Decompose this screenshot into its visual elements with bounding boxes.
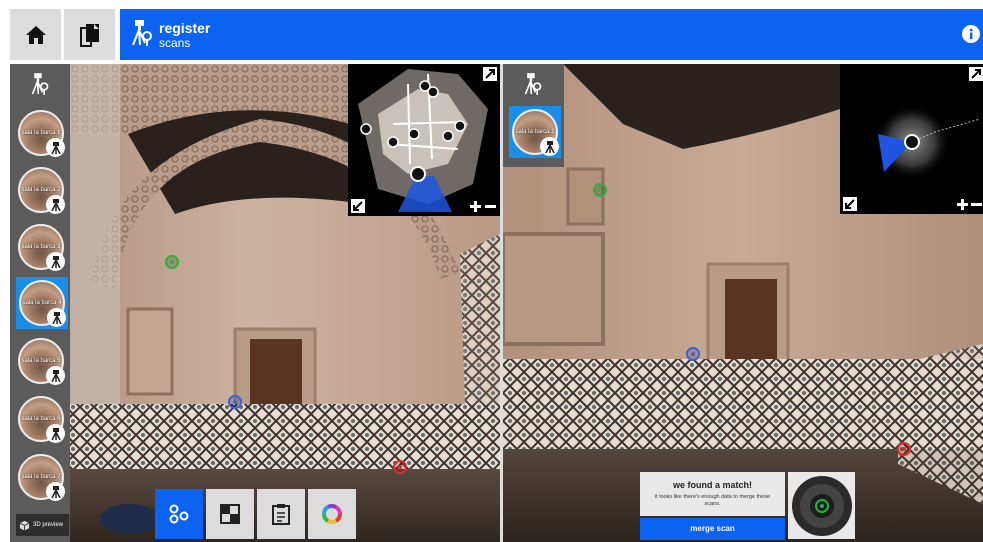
checker-icon <box>220 504 240 524</box>
match-preview <box>788 472 855 539</box>
scanner-badge-icon <box>46 424 65 443</box>
scan-thumbnail-selected[interactable]: sala la barca 1 <box>509 106 561 158</box>
points-icon <box>169 504 189 524</box>
scan-thumbnail[interactable]: sala la barca 3 <box>18 224 65 271</box>
scan-thumbnail[interactable]: sala la barca 7 <box>18 454 65 501</box>
home-icon <box>25 25 46 44</box>
zoom-out-icon[interactable] <box>970 198 983 211</box>
scanner-badge-icon <box>47 308 66 327</box>
scanner-badge-icon <box>46 366 65 385</box>
match-title: we found a match! <box>672 480 752 490</box>
copy-icon <box>79 23 99 47</box>
zoom-in-icon[interactable] <box>956 198 969 211</box>
match-marker-red[interactable] <box>393 460 407 474</box>
scan-label: sala la barca 1 <box>515 129 555 135</box>
home-button[interactable] <box>10 9 61 60</box>
scanner-icon <box>132 20 152 46</box>
expand-icon[interactable] <box>483 67 497 81</box>
target-scan-sidebar: sala la barca 1 <box>503 64 564 167</box>
sidebar-header <box>10 64 70 104</box>
collapse-icon[interactable] <box>843 197 857 211</box>
scanner-badge-icon <box>540 137 559 156</box>
scan-label: sala la barca 1 <box>21 130 61 136</box>
scanner-badge-icon <box>46 252 65 271</box>
left-scan-view[interactable]: sala la barca 1 sala la barca 2 sala la … <box>10 64 500 542</box>
3d-preview-button[interactable]: 3D preview <box>16 514 69 536</box>
scan-label: sala la barca 3 <box>21 244 61 250</box>
page-subtitle: scans <box>159 36 191 50</box>
zoom-out-icon[interactable] <box>484 200 497 213</box>
3d-preview-label: 3D preview <box>33 522 64 528</box>
right-minimap[interactable] <box>840 64 983 214</box>
zoom-in-icon[interactable] <box>469 200 482 213</box>
scan-list-sidebar: sala la barca 1 sala la barca 2 sala la … <box>10 64 70 542</box>
match-message: it looks like there's enough data to mer… <box>654 494 771 507</box>
sidebar-header <box>503 64 563 104</box>
scan-label: sala la barca 2 <box>21 187 61 193</box>
scan-thumbnail[interactable]: sala la barca 1 <box>18 110 65 157</box>
scanner-badge-icon <box>46 482 65 501</box>
scanner-icon <box>31 73 49 95</box>
points-tool-button[interactable] <box>155 489 203 539</box>
match-marker-green[interactable] <box>165 255 179 269</box>
clipboard-icon <box>272 504 290 525</box>
scan-label: sala la barca 6 <box>21 416 61 422</box>
color-wheel-icon <box>322 504 342 524</box>
match-marker-blue[interactable] <box>686 347 700 361</box>
scan-thumbnail[interactable]: sala la barca 2 <box>18 167 65 214</box>
match-marker-green[interactable] <box>593 183 607 197</box>
scans-library-button[interactable] <box>64 9 115 60</box>
scan-label: sala la barca 7 <box>21 474 61 480</box>
merge-scan-button[interactable]: merge scan <box>640 518 785 540</box>
minimap-pointcloud <box>358 69 488 212</box>
expand-icon[interactable] <box>969 67 983 81</box>
checker-tool-button[interactable] <box>206 489 254 539</box>
scanner-badge-icon <box>46 195 65 214</box>
scan-thumbnail-selected[interactable]: sala la barca 4 <box>16 277 68 329</box>
title-bar: register scans <box>120 9 983 60</box>
collapse-icon[interactable] <box>351 199 365 213</box>
right-scan-view[interactable]: sala la barca 1 we found a match! it loo… <box>503 64 983 542</box>
scanner-icon <box>524 73 542 95</box>
scan-label: sala la barca 5 <box>21 358 61 364</box>
match-preview-image <box>791 475 852 536</box>
match-marker-blue[interactable] <box>228 395 242 409</box>
info-icon[interactable] <box>962 25 980 43</box>
minimap-pointcloud <box>874 104 981 180</box>
scan-thumbnail[interactable]: sala la barca 6 <box>18 396 65 443</box>
left-minimap[interactable] <box>348 64 500 216</box>
cube-icon <box>19 520 30 531</box>
match-marker-red[interactable] <box>897 442 911 456</box>
match-dialog: we found a match! it looks like there's … <box>640 472 785 516</box>
clipboard-tool-button[interactable] <box>257 489 305 539</box>
color-tool-button[interactable] <box>308 489 356 539</box>
page-title: register <box>159 20 211 36</box>
scan-label: sala la barca 4 <box>22 300 62 306</box>
scanner-badge-icon <box>46 138 65 157</box>
scan-thumbnail[interactable]: sala la barca 5 <box>18 338 65 385</box>
